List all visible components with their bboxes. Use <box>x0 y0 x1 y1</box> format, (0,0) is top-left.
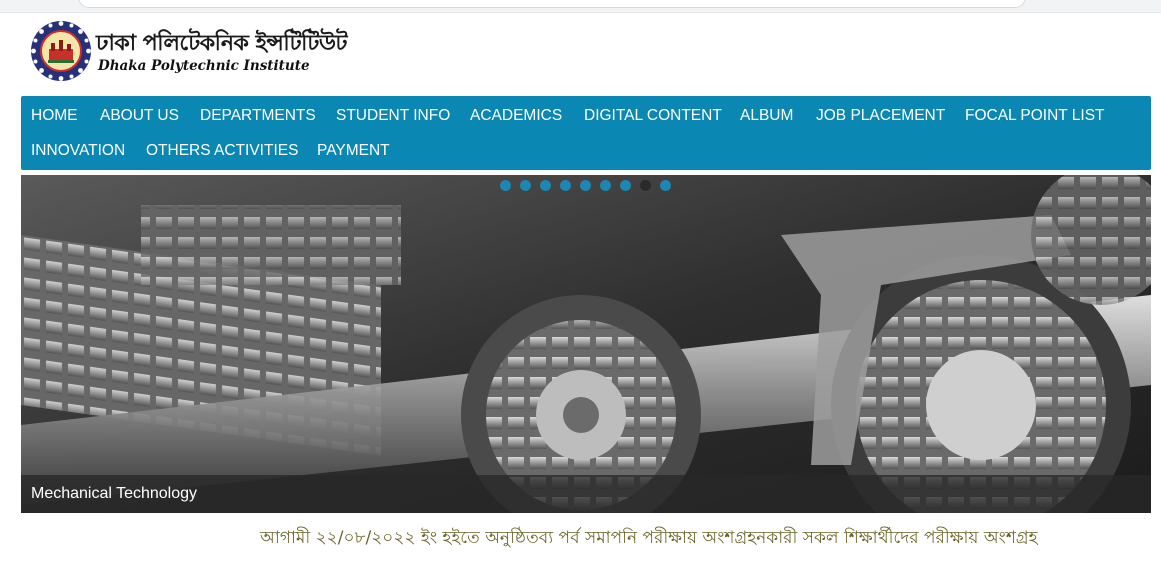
nav-album[interactable]: ALBUM <box>740 107 793 125</box>
slide-caption-bar: Mechanical Technology <box>21 475 1151 513</box>
slide-image-gears <box>21 175 1151 513</box>
slider-dot[interactable] <box>580 180 591 191</box>
slider-dot[interactable] <box>520 180 531 191</box>
slider-dot[interactable] <box>540 180 551 191</box>
nav-digital-content[interactable]: DIGITAL CONTENT <box>584 107 722 125</box>
browser-top-strip <box>0 0 1161 13</box>
slider-pagination <box>21 180 1151 192</box>
slider-dot-active[interactable] <box>640 180 651 191</box>
nav-focal-point-list[interactable]: FOCAL POINT LIST <box>965 107 1105 125</box>
nav-about-us[interactable]: ABOUT US <box>100 107 179 125</box>
nav-job-placement[interactable]: JOB PLACEMENT <box>816 107 945 125</box>
nav-payment[interactable]: PAYMENT <box>317 142 390 160</box>
slide-caption: Mechanical Technology <box>31 485 198 502</box>
address-bar[interactable] <box>78 0 1026 8</box>
logo-title-english: Dhaka Polytechnic Institute <box>98 58 310 74</box>
nav-student-info[interactable]: STUDENT INFO <box>336 107 450 125</box>
slider-dot[interactable] <box>500 180 511 191</box>
image-slider[interactable]: Mechanical Technology <box>21 175 1151 513</box>
nav-academics[interactable]: ACADEMICS <box>470 107 562 125</box>
slider-dot[interactable] <box>620 180 631 191</box>
nav-home[interactable]: HOME <box>31 107 78 125</box>
slider-dot[interactable] <box>600 180 611 191</box>
main-navbar: HOME ABOUT US DEPARTMENTS STUDENT INFO A… <box>21 96 1151 170</box>
nav-innovation[interactable]: INNOVATION <box>31 142 125 160</box>
slider-dot[interactable] <box>660 180 671 191</box>
nav-others-activities[interactable]: OTHERS ACTIVITIES <box>146 142 298 160</box>
notice-marquee[interactable]: আগামী ২২/০৮/২০২২ ইং হইতে অনুষ্ঠিতব্য পর্… <box>260 525 1038 553</box>
institute-logo-icon[interactable] <box>29 19 93 83</box>
nav-departments[interactable]: DEPARTMENTS <box>200 107 316 125</box>
slider-dot[interactable] <box>560 180 571 191</box>
